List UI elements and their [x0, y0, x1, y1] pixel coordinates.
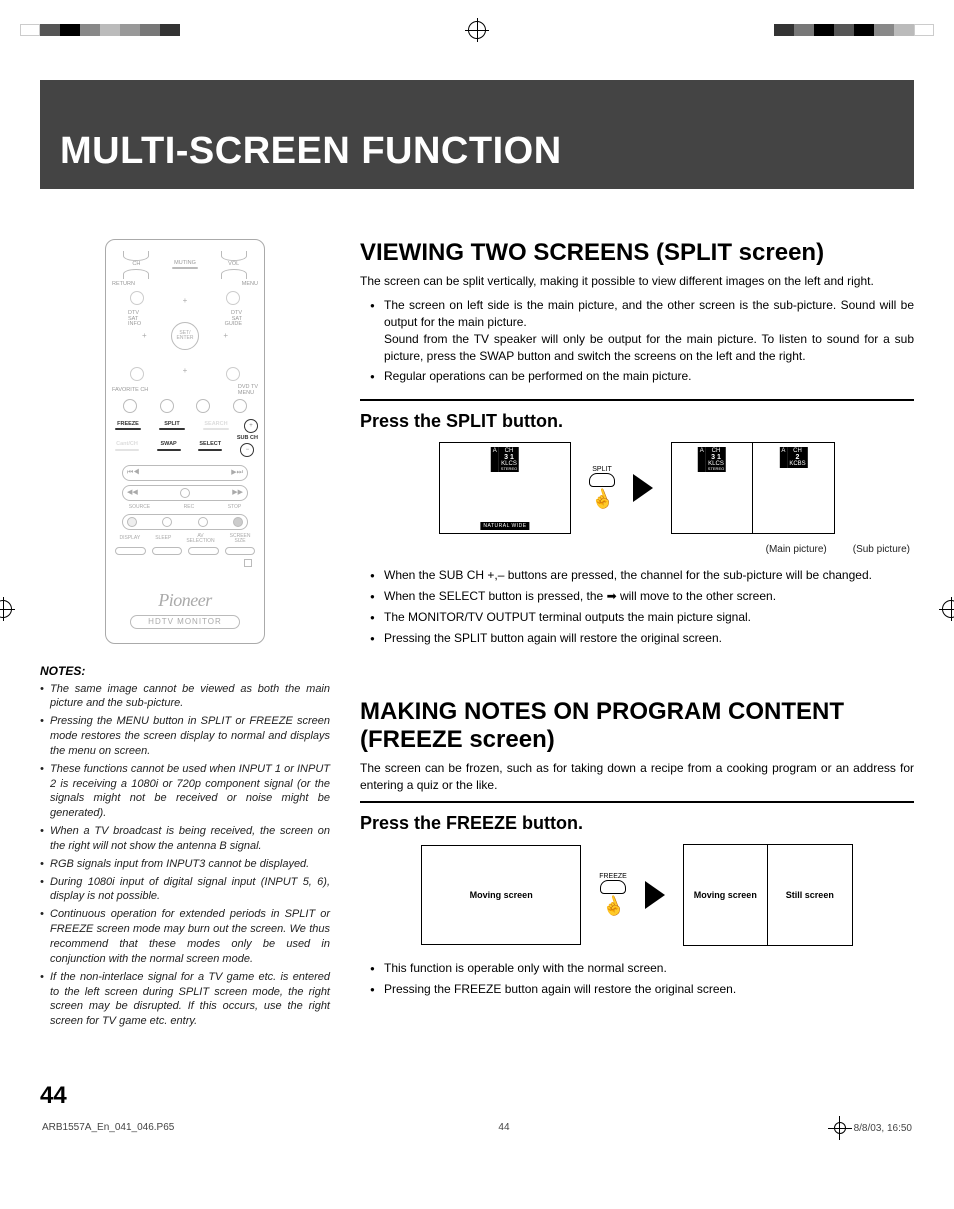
- notes-item: When a TV broadcast is being received, t…: [40, 824, 330, 854]
- movie-box-after: Moving screen Still screen: [683, 844, 853, 946]
- movie-box-before: Moving screen: [421, 845, 581, 945]
- page-title: MULTI-SCREEN FUNCTION: [60, 130, 894, 173]
- brand-logo: Pioneer: [112, 591, 258, 609]
- notes-item: If the non-interlace signal for a TV gam…: [40, 970, 330, 1029]
- footer-date: 8/8/03, 16:50: [854, 1123, 912, 1134]
- freeze-heading: MAKING NOTES ON PROGRAM CONTENT (FREEZE …: [360, 698, 914, 754]
- notes-item: The same image cannot be viewed as both …: [40, 682, 330, 712]
- bullet-item: The MONITOR/TV OUTPUT terminal outputs t…: [360, 609, 914, 626]
- freeze-button-illustration: FREEZE ☝: [599, 873, 627, 917]
- freeze-bullets: This function is operable only with the …: [360, 960, 914, 998]
- split-captions: (Main picture) (Sub picture): [360, 544, 914, 555]
- split-bottom-bullets: When the SUB CH +,– buttons are pressed,…: [360, 567, 914, 646]
- tv-sub: A CH2KCBS: [753, 442, 835, 534]
- notes-item: Continuous operation for extended period…: [40, 907, 330, 966]
- divider: [360, 399, 914, 401]
- registration-mark-icon: [0, 600, 12, 618]
- divider: [360, 801, 914, 803]
- hand-icon: ☝: [599, 893, 627, 920]
- split-top-bullets: The screen on left side is the main pict…: [360, 297, 914, 385]
- remote-freeze-label: FREEZE: [117, 422, 139, 428]
- bullet-item: Pressing the SPLIT button again will res…: [360, 630, 914, 647]
- notes-list: The same image cannot be viewed as both …: [40, 682, 330, 1030]
- hand-icon: ☝: [588, 486, 616, 513]
- footer-file: ARB1557A_En_041_046.P65: [42, 1122, 174, 1134]
- footer-pg: 44: [498, 1122, 509, 1134]
- bullet-item: The screen on left side is the main pict…: [360, 297, 914, 364]
- bullet-item: This function is operable only with the …: [360, 960, 914, 977]
- split-step: Press the SPLIT button.: [360, 411, 914, 432]
- tv-main: A CH3 1KLCSSTEREO: [671, 442, 753, 534]
- color-bar-right: [774, 24, 934, 36]
- notes-item: Pressing the MENU button in SPLIT or FRE…: [40, 714, 330, 759]
- registration-mark-icon: [834, 1122, 846, 1134]
- notes-item: During 1080i input of digital signal inp…: [40, 875, 330, 905]
- page-number: 44: [40, 1082, 914, 1110]
- freeze-intro: The screen can be frozen, such as for ta…: [360, 760, 914, 792]
- page-title-band: MULTI-SCREEN FUNCTION: [40, 80, 914, 189]
- registration-mark-icon: [942, 600, 954, 618]
- color-bar-left: [20, 24, 180, 36]
- bullet-item: When the SUB CH +,– buttons are pressed,…: [360, 567, 914, 584]
- remote-swap-label: SWAP: [161, 442, 177, 448]
- remote-split-label: SPLIT: [164, 422, 180, 428]
- tv-before: A CH3 1KLCSSTEREO NATURAL WIDE: [439, 442, 571, 534]
- split-button-illustration: SPLIT ☝: [589, 466, 615, 510]
- split-intro: The screen can be split vertically, maki…: [360, 273, 914, 289]
- bullet-item: Regular operations can be performed on t…: [360, 368, 914, 385]
- notes-item: RGB signals input from INPUT3 cannot be …: [40, 857, 330, 872]
- remote-control-illustration: CH MUTING VOL RETURNMENU DTV SAT INFO DT…: [105, 239, 265, 644]
- bullet-item: Pressing the FREEZE button again will re…: [360, 981, 914, 998]
- notes-heading: NOTES:: [40, 664, 330, 678]
- split-heading: VIEWING TWO SCREENS (SPLIT screen): [360, 239, 914, 267]
- remote-subch-label: SUB CH: [237, 436, 258, 442]
- footer: ARB1557A_En_041_046.P65 44 8/8/03, 16:50: [40, 1122, 914, 1134]
- arrow-right-icon: [633, 474, 653, 502]
- registration-mark-icon: [468, 21, 486, 39]
- print-marks-top: [20, 20, 934, 40]
- bullet-item: When the SELECT button is pressed, the ➡…: [360, 588, 914, 605]
- freeze-step: Press the FREEZE button.: [360, 813, 914, 834]
- arrow-right-icon: [645, 881, 665, 909]
- split-diagram: A CH3 1KLCSSTEREO NATURAL WIDE SPLIT ☝ A…: [360, 442, 914, 534]
- remote-select-label: SELECT: [199, 442, 221, 448]
- notes-item: These functions cannot be used when INPU…: [40, 762, 330, 821]
- freeze-diagram: Moving screen FREEZE ☝ Moving screen Sti…: [360, 844, 914, 946]
